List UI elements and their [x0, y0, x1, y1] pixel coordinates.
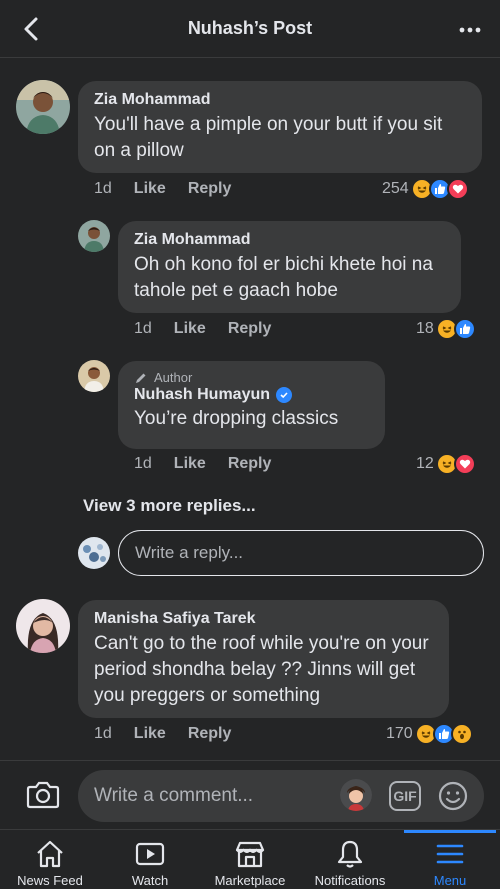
comment-text: You'll have a pimple on your butt if you…	[94, 114, 443, 161]
reply-button[interactable]: Reply	[188, 725, 232, 743]
more-options-icon[interactable]	[458, 18, 482, 42]
avatar-sticker-icon[interactable]	[340, 779, 372, 811]
comment-actions: 1d Like Reply	[134, 320, 271, 338]
wow-reaction-icon	[450, 723, 473, 745]
like-button[interactable]: Like	[174, 455, 206, 473]
like-button[interactable]: Like	[174, 320, 206, 338]
commenter-name-row: Nuhash Humayun	[134, 386, 369, 404]
reply-placeholder: Write a reply...	[135, 543, 244, 562]
pencil-icon	[136, 373, 146, 383]
like-button[interactable]: Like	[134, 180, 166, 198]
comment-text: Oh oh kono fol er bichi khete hoi na tah…	[134, 254, 433, 301]
author-label: Author	[154, 370, 193, 385]
like-reaction-icon	[453, 318, 476, 340]
camera-icon[interactable]	[26, 779, 60, 811]
reply-button[interactable]: Reply	[228, 320, 272, 338]
marketplace-icon	[235, 841, 265, 868]
comment-time: 1d	[94, 180, 112, 197]
watch-icon	[135, 842, 165, 866]
menu-icon	[436, 844, 464, 864]
tab-marketplace[interactable]: Marketplace	[200, 830, 300, 889]
comment-bubble[interactable]: Author Nuhash Humayun You’re dropping cl…	[118, 361, 385, 449]
bottom-tab-bar: News Feed Watch Marketplace Notification…	[0, 829, 500, 889]
reaction-count: 12	[416, 455, 434, 472]
tab-news-feed[interactable]: News Feed	[0, 830, 100, 889]
commenter-name[interactable]: Nuhash Humayun	[134, 386, 270, 404]
commenter-name[interactable]: Zia Mohammad	[94, 91, 466, 109]
comment-bubble[interactable]: Zia Mohammad You'll have a pimple on you…	[78, 81, 482, 173]
tab-label: News Feed	[17, 873, 83, 888]
verified-badge-icon	[276, 387, 293, 403]
tab-label: Notifications	[314, 873, 386, 888]
bell-icon	[337, 840, 363, 868]
comment-text: Can't go to the roof while you're on you…	[94, 633, 429, 706]
author-badge: Author	[134, 370, 369, 385]
view-more-replies-link[interactable]: View 3 more replies...	[83, 496, 256, 516]
comment-bubble[interactable]: Manisha Safiya Tarek Can't go to the roo…	[78, 600, 449, 718]
commenter-name[interactable]: Manisha Safiya Tarek	[94, 610, 433, 628]
reaction-summary[interactable]: 18	[416, 318, 476, 340]
comment-actions: 1d Like Reply	[94, 180, 231, 198]
love-reaction-icon	[453, 453, 476, 475]
post-header: Nuhash’s Post	[0, 0, 500, 58]
user-avatar	[78, 537, 110, 569]
comment-time: 1d	[134, 320, 152, 337]
comment-composer: Write a comment...	[0, 760, 500, 828]
comment-input[interactable]: Write a comment...	[78, 770, 484, 822]
tab-label: Watch	[131, 873, 169, 888]
love-reaction-icon	[446, 178, 469, 200]
avatar[interactable]	[78, 360, 110, 392]
tab-watch[interactable]: Watch	[100, 830, 200, 889]
reply-button[interactable]: Reply	[188, 180, 232, 198]
avatar[interactable]	[16, 599, 70, 653]
avatar[interactable]	[78, 220, 110, 252]
reply-button[interactable]: Reply	[228, 455, 272, 473]
emoji-icon[interactable]	[437, 780, 469, 812]
like-button[interactable]: Like	[134, 725, 166, 743]
tab-notifications[interactable]: Notifications	[300, 830, 400, 889]
comment-text: You’re dropping classics	[134, 408, 339, 429]
commenter-name[interactable]: Zia Mohammad	[134, 231, 445, 249]
comment-time: 1d	[94, 725, 112, 742]
comment-placeholder: Write a comment...	[94, 785, 254, 806]
tab-menu[interactable]: Menu	[400, 830, 500, 889]
gif-button[interactable]: GIF	[389, 781, 421, 811]
comment-actions: 1d Like Reply	[94, 725, 231, 743]
home-icon	[37, 840, 63, 868]
avatar[interactable]	[16, 80, 70, 134]
comment-bubble[interactable]: Zia Mohammad Oh oh kono fol er bichi khe…	[118, 221, 461, 313]
comment-time: 1d	[134, 455, 152, 472]
reaction-count: 170	[386, 725, 413, 742]
reaction-count: 254	[382, 180, 409, 197]
tab-label: Menu	[433, 873, 467, 888]
reaction-summary[interactable]: 170	[386, 723, 473, 745]
page-title: Nuhash’s Post	[187, 18, 313, 38]
reaction-summary[interactable]: 254	[382, 178, 469, 200]
reply-input[interactable]: Write a reply...	[118, 530, 484, 576]
tab-label: Marketplace	[214, 873, 286, 888]
reaction-count: 18	[416, 320, 434, 337]
reaction-summary[interactable]: 12	[416, 453, 476, 475]
comment-actions: 1d Like Reply	[134, 455, 271, 473]
